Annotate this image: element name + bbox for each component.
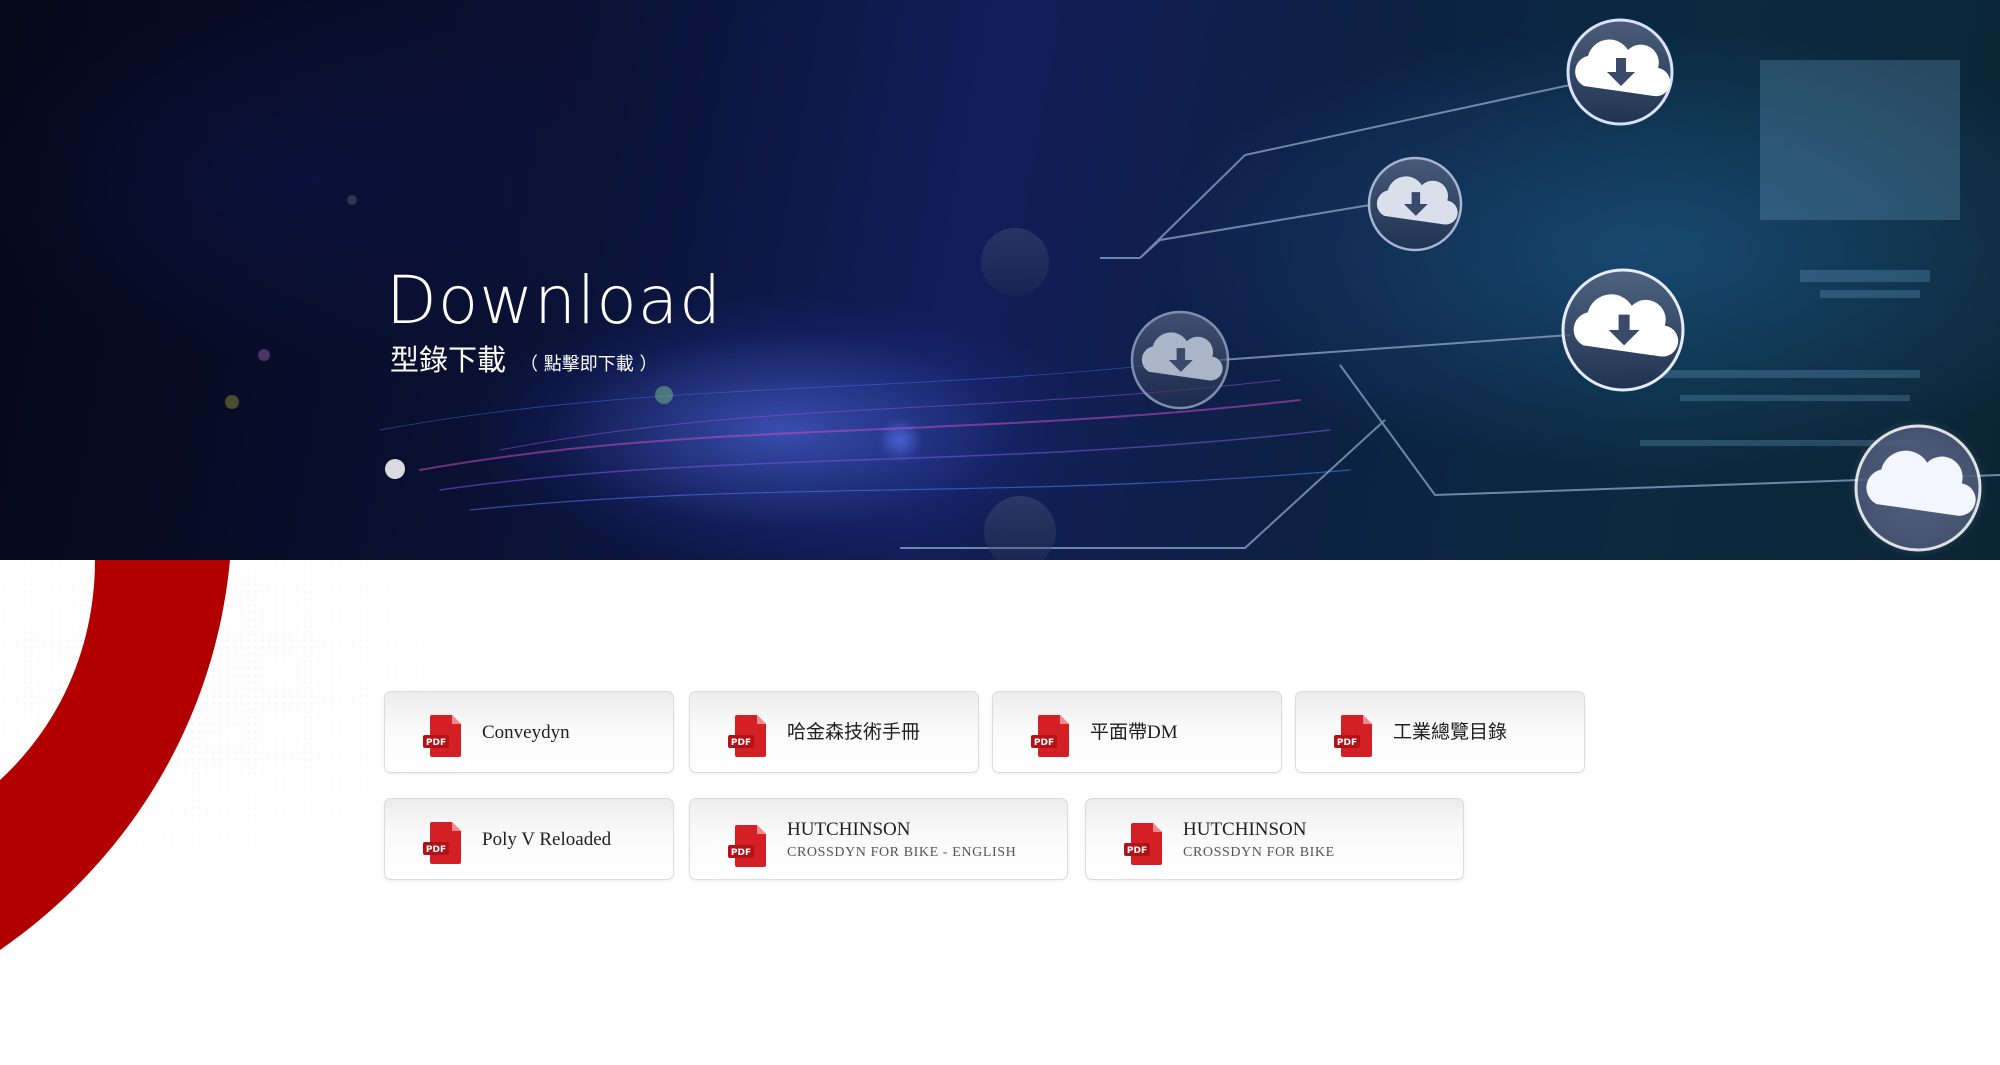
download-item-poly-v-reloaded[interactable]: PDF Poly V Reloaded (384, 798, 674, 880)
download-item-crossdyn-english[interactable]: PDF HUTCHINSON CROSSDYN FOR BIKE - ENGLI… (689, 798, 1068, 880)
subtitle-note: （ 點擊即下載 ） (520, 354, 658, 375)
download-item-flat-belt-dm[interactable]: PDF 平面帶DM (992, 691, 1282, 773)
hero-background-graphic (225, 18, 2000, 560)
pdf-icon-text: PDF (1034, 738, 1054, 748)
pdf-file-icon: PDF (1031, 715, 1069, 757)
red-arc-decoration (0, 560, 230, 950)
download-item-label: Conveydyn (482, 692, 570, 774)
page-title: Download (386, 262, 723, 339)
download-item-title: 哈金森技術手冊 (787, 721, 921, 743)
download-item-title: HUTCHINSON (787, 819, 911, 841)
download-item-crossdyn[interactable]: PDF HUTCHINSON CROSSDYN FOR BIKE (1085, 798, 1464, 880)
download-item-label: 工業總覽目錄 (1393, 692, 1507, 774)
pdf-icon-text: PDF (426, 738, 446, 748)
pdf-icon-text: PDF (1337, 738, 1357, 748)
page-subtitle: 型錄下載 （ 點擊即下載 ） (390, 346, 657, 375)
subtitle-text: 型錄下載 (390, 343, 507, 377)
download-item-subtitle: CROSSDYN FOR BIKE - ENGLISH (787, 844, 1017, 860)
download-item-industrial-catalog[interactable]: PDF 工業總覽目錄 (1295, 691, 1585, 773)
download-item-label: HUTCHINSON CROSSDYN FOR BIKE (1183, 799, 1335, 881)
download-item-technical-manual[interactable]: PDF 哈金森技術手冊 (689, 691, 979, 773)
hero-banner: Download 型錄下載 （ 點擊即下載 ） (0, 0, 2000, 560)
download-item-title: HUTCHINSON (1183, 819, 1307, 841)
pdf-icon-text: PDF (1127, 846, 1147, 856)
download-item-title: Conveydyn (482, 721, 570, 743)
download-item-label: Poly V Reloaded (482, 799, 611, 881)
pdf-file-icon: PDF (728, 825, 766, 867)
download-item-conveydyn[interactable]: PDF Conveydyn (384, 691, 674, 773)
download-item-title: 平面帶DM (1090, 721, 1178, 743)
download-item-subtitle: CROSSDYN FOR BIKE (1183, 844, 1335, 860)
pdf-file-icon: PDF (423, 715, 461, 757)
download-item-label: 哈金森技術手冊 (787, 692, 920, 774)
download-item-label: 平面帶DM (1090, 692, 1178, 774)
pdf-icon-text: PDF (426, 845, 446, 855)
pdf-file-icon: PDF (423, 822, 461, 864)
pdf-file-icon: PDF (1334, 715, 1372, 757)
pdf-icon-text: PDF (731, 738, 751, 748)
pdf-file-icon: PDF (1124, 823, 1162, 865)
download-item-title: Poly V Reloaded (482, 828, 612, 850)
download-item-title: 工業總覽目錄 (1393, 721, 1508, 743)
pdf-file-icon: PDF (728, 715, 766, 757)
download-item-label: HUTCHINSON CROSSDYN FOR BIKE - ENGLISH (787, 799, 1016, 881)
pdf-icon-text: PDF (731, 848, 751, 858)
